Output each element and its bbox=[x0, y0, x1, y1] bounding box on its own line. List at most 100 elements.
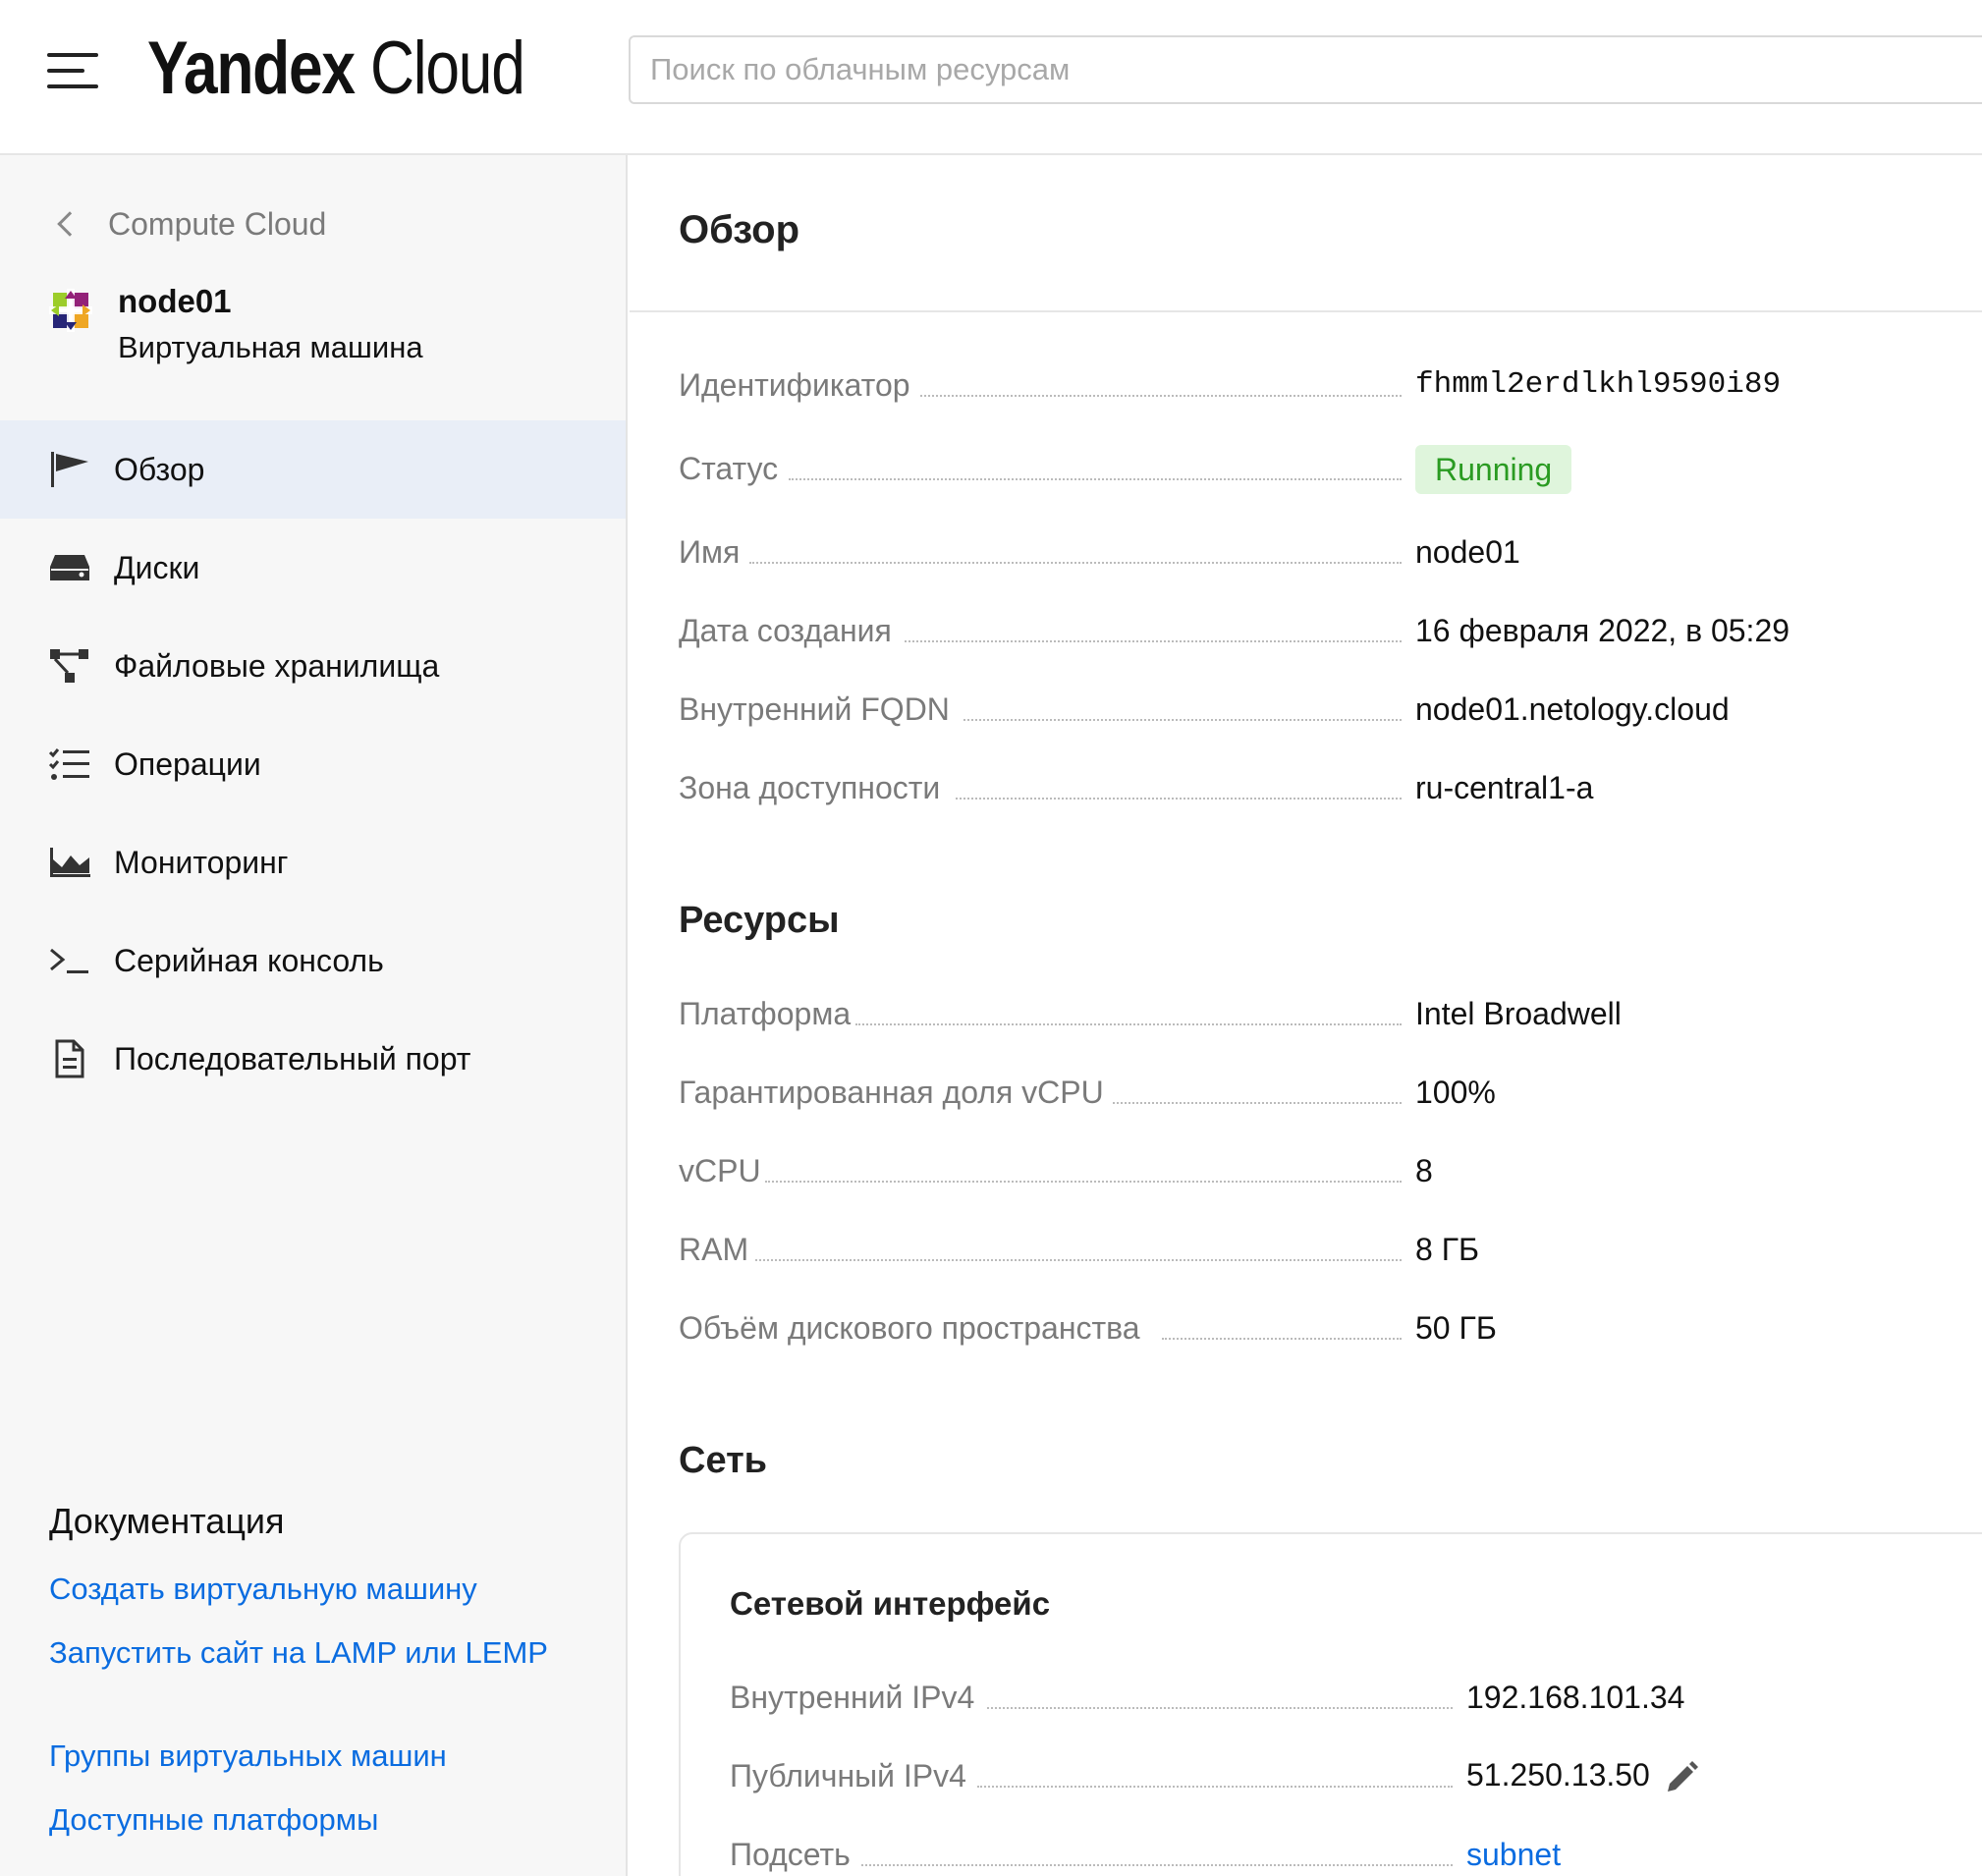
dotted-leader bbox=[977, 1786, 1453, 1788]
info-key: Гарантированная доля vCPU bbox=[679, 1075, 1104, 1110]
sidebar-item-operations[interactable]: Операции bbox=[0, 715, 626, 813]
yandex-cloud-logo[interactable]: Yandex Cloud bbox=[147, 28, 525, 110]
info-value-ram: 8 ГБ bbox=[1415, 1232, 1480, 1267]
public-ipv4-group: 51.250.13.50 bbox=[1466, 1755, 1699, 1795]
doc-link-vm-groups[interactable]: Группы виртуальных машин bbox=[49, 1737, 560, 1776]
info-value-created: 16 февраля 2022, в 05:29 bbox=[1415, 613, 1790, 648]
info-value-core-fraction: 100% bbox=[1415, 1075, 1496, 1110]
info-row-fqdn: Внутренний FQDN node01.netology.cloud bbox=[679, 686, 1955, 729]
info-key: Внутренний IPv4 bbox=[730, 1680, 975, 1715]
dotted-leader bbox=[861, 1864, 1453, 1866]
info-value-name: node01 bbox=[1415, 534, 1520, 570]
info-key: Статус bbox=[679, 451, 779, 486]
sidebar-item-monitoring[interactable]: Мониторинг bbox=[0, 813, 626, 911]
info-value-public-ipv4: 51.250.13.50 bbox=[1466, 1757, 1650, 1793]
info-key: Объём дискового пространства bbox=[679, 1310, 1140, 1346]
info-row-status: Статус Running bbox=[679, 445, 1955, 494]
sidebar-item-label: Обзор bbox=[114, 451, 205, 487]
info-key: Зона доступности bbox=[679, 770, 941, 805]
dotted-leader bbox=[956, 798, 1402, 800]
dotted-leader bbox=[905, 640, 1402, 642]
sidebar-item-file-storage[interactable]: Файловые хранилища bbox=[0, 617, 626, 715]
sidebar-item-label: Диски bbox=[114, 549, 200, 585]
edit-pencil-icon[interactable] bbox=[1664, 1760, 1699, 1795]
divider bbox=[630, 310, 1982, 312]
info-value-id: fhmml2erdlkhl9590i89 bbox=[1415, 367, 1782, 402]
sidebar-item-disks[interactable]: Диски bbox=[0, 519, 626, 617]
flag-icon bbox=[49, 449, 90, 490]
doc-link-lamp-lemp[interactable]: Запустить сайт на LAMP или LEMP bbox=[49, 1633, 560, 1673]
dotted-leader bbox=[755, 1259, 1402, 1261]
info-key: Идентификатор bbox=[679, 367, 910, 403]
info-key: vCPU bbox=[679, 1153, 761, 1188]
docs-heading: Документация bbox=[49, 1501, 285, 1541]
sidebar-item-overview[interactable]: Обзор bbox=[0, 420, 626, 519]
sidebar-item-label: Серийная консоль bbox=[114, 942, 384, 978]
info-row-platform: Платформа Intel Broadwell bbox=[679, 990, 1955, 1033]
info-row-core-fraction: Гарантированная доля vCPU 100% bbox=[679, 1069, 1955, 1112]
subnet-link[interactable]: subnet bbox=[1466, 1835, 1561, 1874]
info-row-subnet: Подсеть subnet bbox=[730, 1831, 1982, 1874]
network-interface-card: Сетевой интерфейс Внутренний IPv4 192.16… bbox=[679, 1532, 1982, 1876]
monitoring-chart-icon bbox=[49, 842, 90, 883]
info-row-ram: RAM 8 ГБ bbox=[679, 1226, 1955, 1269]
doc-link-create-vm[interactable]: Создать виртуальную машину bbox=[49, 1570, 560, 1609]
dotted-leader bbox=[855, 1023, 1402, 1025]
info-row-name: Имя node01 bbox=[679, 528, 1955, 572]
dotted-leader bbox=[920, 395, 1402, 397]
menu-burger-icon[interactable] bbox=[47, 53, 98, 88]
section-title-network: Сеть bbox=[679, 1440, 768, 1481]
terminal-icon bbox=[49, 940, 90, 981]
dotted-leader bbox=[1113, 1102, 1402, 1104]
status-badge: Running bbox=[1415, 445, 1572, 494]
sidebar-item-label: Операции bbox=[114, 745, 261, 782]
info-value-zone: ru-central1-a bbox=[1415, 770, 1594, 805]
info-key: Имя bbox=[679, 534, 741, 570]
card-title: Сетевой интерфейс bbox=[730, 1585, 1051, 1622]
file-storage-icon bbox=[49, 645, 90, 687]
dotted-leader bbox=[987, 1707, 1453, 1709]
info-key: Публичный IPv4 bbox=[730, 1758, 966, 1793]
chevron-left-icon bbox=[57, 211, 83, 237]
info-value-platform: Intel Broadwell bbox=[1415, 996, 1622, 1031]
dotted-leader bbox=[749, 562, 1402, 564]
back-to-compute-cloud-link[interactable]: Compute Cloud bbox=[51, 202, 326, 246]
info-row-vcpu: vCPU 8 bbox=[679, 1147, 1955, 1190]
dotted-leader bbox=[1162, 1338, 1402, 1340]
dotted-leader bbox=[789, 478, 1402, 480]
info-row-disk: Объём дискового пространства 50 ГБ bbox=[679, 1304, 1955, 1348]
centos-os-icon bbox=[49, 289, 92, 332]
info-row-zone: Зона доступности ru-central1-a bbox=[679, 764, 1955, 807]
sidebar-item-serial-port[interactable]: Последовательный порт bbox=[0, 1010, 626, 1108]
sidebar-nav: Обзор Диски Файловые хранилища Операции … bbox=[0, 420, 626, 1108]
info-row-internal-ipv4: Внутренний IPv4 192.168.101.34 bbox=[730, 1674, 1982, 1717]
operations-list-icon bbox=[49, 744, 90, 785]
back-label: Compute Cloud bbox=[108, 205, 327, 242]
info-key: Дата создания bbox=[679, 613, 892, 648]
info-row-public-ipv4: Публичный IPv4 51.250.13.50 bbox=[730, 1752, 1982, 1795]
doc-link-platforms[interactable]: Доступные платформы bbox=[49, 1800, 560, 1840]
info-value-fqdn: node01.netology.cloud bbox=[1415, 691, 1730, 727]
info-value-disk: 50 ГБ bbox=[1415, 1310, 1497, 1346]
dotted-leader bbox=[963, 719, 1402, 721]
info-key: Платформа bbox=[679, 996, 852, 1031]
sidebar: Compute Cloud node01 Виртуальная машина … bbox=[0, 155, 628, 1876]
document-icon bbox=[49, 1038, 90, 1079]
info-key: Подсеть bbox=[730, 1837, 851, 1872]
info-value-vcpu: 8 bbox=[1415, 1153, 1433, 1188]
disk-icon bbox=[49, 547, 90, 588]
sidebar-item-serial-console[interactable]: Серийная консоль bbox=[0, 911, 626, 1010]
info-key: Внутренний FQDN bbox=[679, 691, 950, 727]
top-header: Yandex Cloud bbox=[0, 0, 1982, 155]
info-row-id: Идентификатор fhmml2erdlkhl9590i89 bbox=[679, 361, 1955, 405]
sidebar-item-label: Мониторинг bbox=[114, 844, 289, 880]
sidebar-item-label: Файловые хранилища bbox=[114, 647, 440, 684]
info-value-internal-ipv4: 192.168.101.34 bbox=[1466, 1680, 1685, 1715]
vm-type: Виртуальная машина bbox=[118, 330, 423, 364]
info-row-created: Дата создания 16 февраля 2022, в 05:29 bbox=[679, 607, 1955, 650]
section-title-resources: Ресурсы bbox=[679, 900, 840, 941]
sidebar-item-label: Последовательный порт bbox=[114, 1040, 471, 1076]
search-input[interactable] bbox=[631, 37, 1982, 102]
main-content: Обзор Идентификатор fhmml2erdlkhl9590i89… bbox=[630, 155, 1982, 1876]
search-box[interactable] bbox=[629, 35, 1982, 104]
